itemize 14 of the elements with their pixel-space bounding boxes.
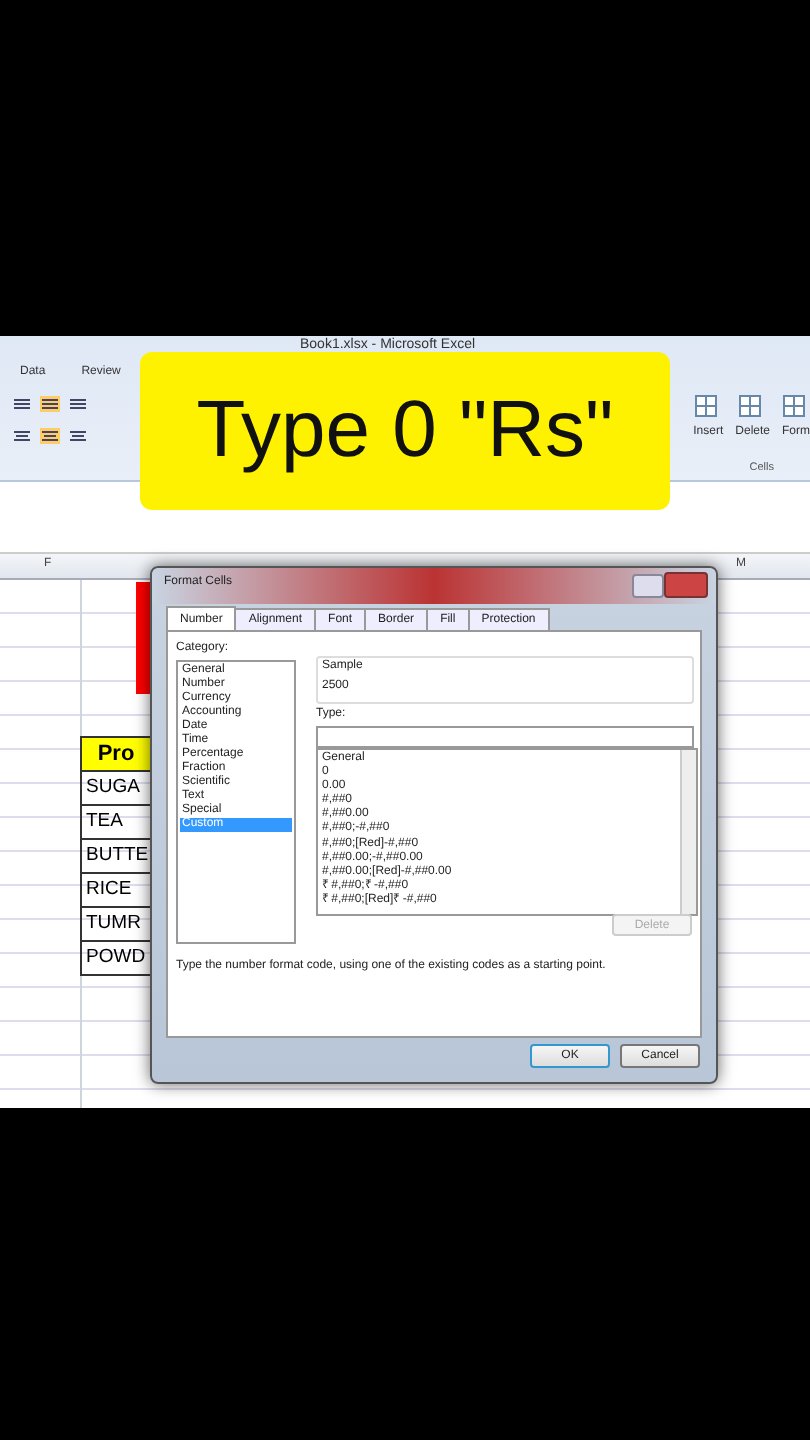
align-icon[interactable] xyxy=(12,428,32,444)
caption-banner: Type 0 "Rs" xyxy=(140,352,670,510)
table-cell-text: POWD xyxy=(84,944,148,972)
table-header: Pro xyxy=(82,738,150,772)
align-icon[interactable] xyxy=(12,396,32,412)
help-button[interactable] xyxy=(632,574,664,598)
align-icon[interactable] xyxy=(68,428,88,444)
table-icon xyxy=(782,392,810,420)
type-field[interactable] xyxy=(316,726,694,748)
scrollbar[interactable] xyxy=(680,750,696,914)
table-icon xyxy=(694,392,723,420)
align-icon[interactable] xyxy=(40,428,60,444)
align-icon[interactable] xyxy=(68,396,88,412)
align-icon[interactable] xyxy=(40,396,60,412)
